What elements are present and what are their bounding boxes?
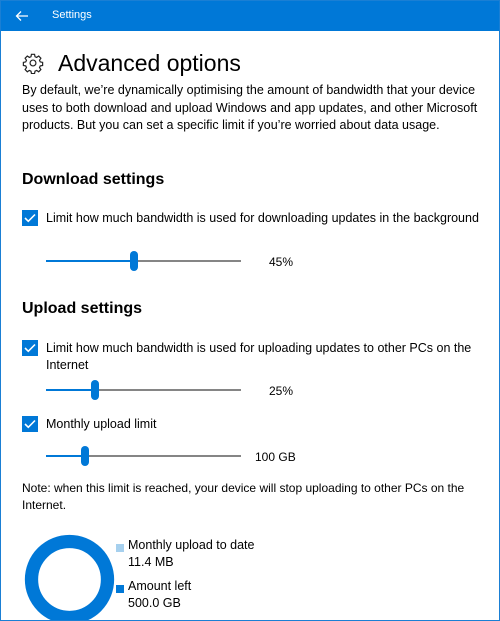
monthly-limit-value: 100 GB xyxy=(255,450,296,464)
legend-swatch-uploaded xyxy=(116,544,124,552)
legend-swatch-amount-left xyxy=(116,585,124,593)
upload-limit-note: Note: when this limit is reached, your d… xyxy=(22,481,465,512)
upload-section-title: Upload settings xyxy=(22,300,143,317)
checkmark-icon xyxy=(24,343,36,353)
monthly-limit-slider[interactable] xyxy=(46,446,241,466)
legend-uploaded-value: 11.4 MB xyxy=(128,555,174,569)
page-description: By default, we’re dynamically optimising… xyxy=(22,83,478,132)
title-bar: Settings xyxy=(1,1,499,31)
slider-fill xyxy=(46,455,85,457)
page-header: Advanced options xyxy=(22,45,241,81)
checkmark-icon xyxy=(24,213,36,223)
window-title: Settings xyxy=(52,9,92,21)
donut-amount-left-ring xyxy=(24,534,115,620)
upload-bandwidth-slider[interactable] xyxy=(46,380,241,400)
settings-window: Settings Advanced options By default, we… xyxy=(0,0,500,621)
checkmark-icon xyxy=(24,419,36,429)
back-button[interactable] xyxy=(1,1,43,31)
slider-fill xyxy=(46,260,134,262)
download-bandwidth-slider[interactable] xyxy=(46,251,241,271)
legend-left-value: 500.0 GB xyxy=(128,596,181,610)
slider-thumb[interactable] xyxy=(81,446,89,466)
download-section-title: Download settings xyxy=(22,171,165,188)
upload-limit-checkbox[interactable] xyxy=(22,340,38,356)
download-limit-label: Limit how much bandwidth is used for dow… xyxy=(46,211,479,225)
download-limit-checkbox[interactable] xyxy=(22,210,38,226)
gear-icon xyxy=(22,53,44,74)
download-slider-value: 45% xyxy=(269,255,294,269)
legend-left-label: Amount left xyxy=(128,579,192,593)
page-title: Advanced options xyxy=(58,49,241,76)
upload-usage-donut xyxy=(24,534,115,620)
upload-limit-label: Limit how much bandwidth is used for upl… xyxy=(46,341,472,372)
slider-thumb[interactable] xyxy=(91,380,99,400)
slider-thumb[interactable] xyxy=(130,251,138,271)
arrow-left-icon xyxy=(15,11,28,21)
slider-fill xyxy=(46,389,95,391)
upload-slider-value: 25% xyxy=(269,384,294,398)
monthly-limit-label: Monthly upload limit xyxy=(46,417,157,431)
monthly-limit-checkbox[interactable] xyxy=(22,416,38,432)
legend-uploaded-label: Monthly upload to date xyxy=(128,538,255,552)
